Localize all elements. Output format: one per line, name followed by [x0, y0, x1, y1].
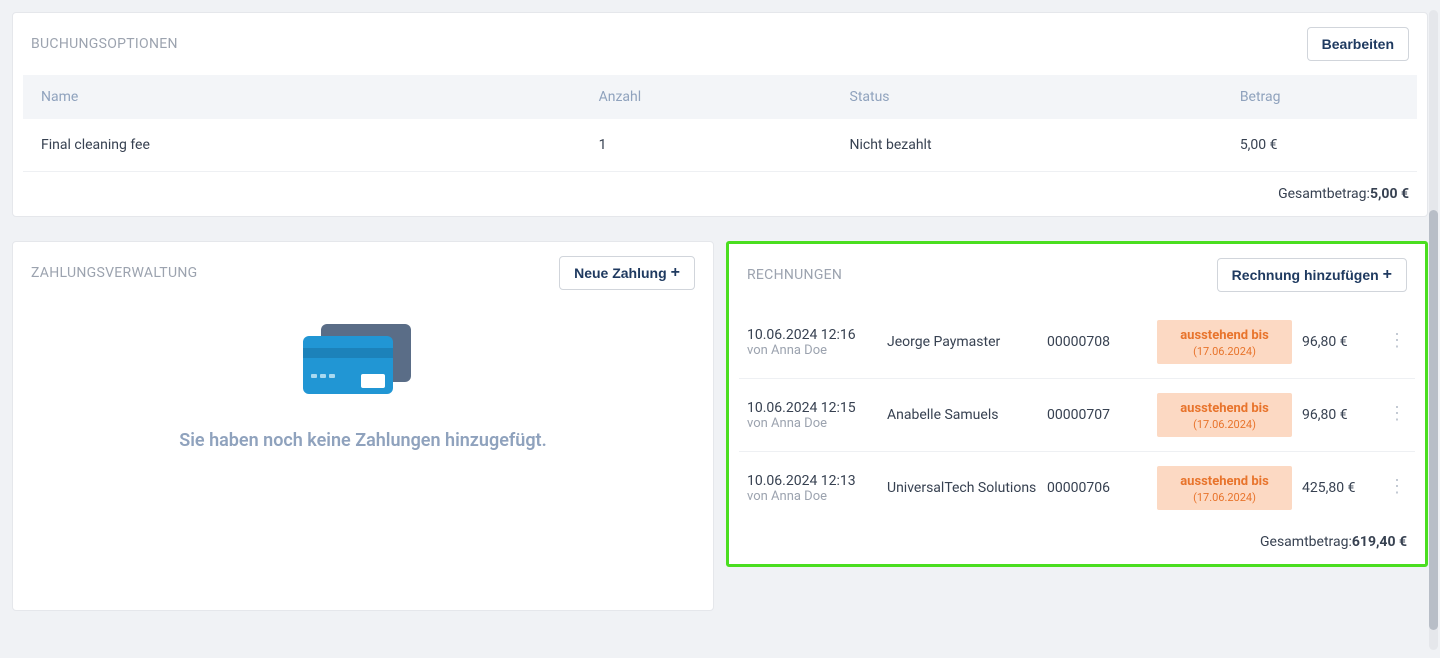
payments-empty-text: Sie haben noch keine Zahlungen hinzugefü… [179, 430, 546, 451]
edit-button[interactable]: Bearbeiten [1307, 27, 1409, 61]
invoice-amount: 96,80 € [1302, 334, 1377, 350]
col-qty: Anzahl [581, 75, 832, 119]
invoices-card: RECHNUNGEN Rechnung hinzufügen + 10.06.2… [726, 241, 1428, 567]
cell-status: Nicht bezahlt [832, 119, 1222, 172]
add-invoice-button[interactable]: Rechnung hinzufügen + [1217, 258, 1407, 292]
kebab-menu-icon[interactable] [1388, 403, 1406, 424]
new-payment-button[interactable]: Neue Zahlung + [559, 256, 695, 290]
payments-title: ZAHLUNGSVERWALTUNG [31, 265, 197, 281]
col-amount: Betrag [1222, 75, 1417, 119]
invoice-customer: Jeorge Paymaster [887, 334, 1037, 350]
status-badge: ausstehend bis (17.06.2024) [1157, 320, 1292, 364]
invoice-list: 10.06.2024 12:16 von Anna Doe Jeorge Pay… [729, 306, 1425, 524]
total-label: Gesamtbetrag: [1260, 534, 1352, 550]
invoice-customer: UniversalTech Solutions [887, 480, 1037, 496]
invoice-date: 10.06.2024 12:16 [747, 327, 877, 343]
col-name: Name [23, 75, 581, 119]
invoice-row[interactable]: 10.06.2024 12:16 von Anna Doe Jeorge Pay… [739, 306, 1415, 379]
invoice-amount: 425,80 € [1302, 480, 1377, 496]
invoice-row[interactable]: 10.06.2024 12:15 von Anna Doe Anabelle S… [739, 379, 1415, 452]
payments-card: ZAHLUNGSVERWALTUNG Neue Zahlung + [12, 241, 714, 611]
cell-qty: 1 [581, 119, 832, 172]
invoice-customer: Anabelle Samuels [887, 407, 1037, 423]
invoice-row[interactable]: 10.06.2024 12:13 von Anna Doe UniversalT… [739, 452, 1415, 524]
scrollbar-thumb[interactable] [1429, 210, 1438, 630]
total-value: 619,40 € [1352, 534, 1407, 550]
kebab-menu-icon[interactable] [1388, 476, 1406, 497]
booking-total: Gesamtbetrag:5,00 € [13, 172, 1427, 216]
plus-icon: + [671, 265, 680, 281]
invoice-author: von Anna Doe [747, 489, 877, 504]
credit-card-icon [303, 324, 423, 404]
plus-icon: + [1383, 267, 1392, 283]
invoice-author: von Anna Doe [747, 343, 877, 358]
invoice-date: 10.06.2024 12:15 [747, 400, 877, 416]
invoice-author: von Anna Doe [747, 416, 877, 431]
invoice-date: 10.06.2024 12:13 [747, 473, 877, 489]
status-badge: ausstehend bis (17.06.2024) [1157, 466, 1292, 510]
invoice-amount: 96,80 € [1302, 407, 1377, 423]
invoice-number: 00000706 [1047, 480, 1147, 496]
edit-button-label: Bearbeiten [1322, 36, 1394, 52]
booking-options-title: BUCHUNGSOPTIONEN [31, 36, 178, 52]
invoice-number: 00000708 [1047, 334, 1147, 350]
payments-empty-state: Sie haben noch keine Zahlungen hinzugefü… [13, 304, 713, 610]
invoice-number: 00000707 [1047, 407, 1147, 423]
total-label: Gesamtbetrag: [1278, 186, 1370, 202]
scrollbar[interactable] [1429, 10, 1438, 650]
col-status: Status [832, 75, 1222, 119]
add-invoice-label: Rechnung hinzufügen [1232, 267, 1379, 283]
invoices-title: RECHNUNGEN [747, 267, 842, 283]
table-row: Final cleaning fee 1 Nicht bezahlt 5,00 … [23, 119, 1417, 172]
total-value: 5,00 € [1370, 186, 1409, 202]
kebab-menu-icon[interactable] [1388, 330, 1406, 351]
booking-options-table: Name Anzahl Status Betrag Final cleaning… [23, 75, 1417, 172]
cell-name: Final cleaning fee [23, 119, 581, 172]
status-badge: ausstehend bis (17.06.2024) [1157, 393, 1292, 437]
invoices-total: Gesamtbetrag:619,40 € [729, 524, 1425, 564]
cell-amount: 5,00 € [1222, 119, 1417, 172]
booking-options-card: BUCHUNGSOPTIONEN Bearbeiten Name Anzahl … [12, 12, 1428, 217]
new-payment-label: Neue Zahlung [574, 265, 667, 281]
